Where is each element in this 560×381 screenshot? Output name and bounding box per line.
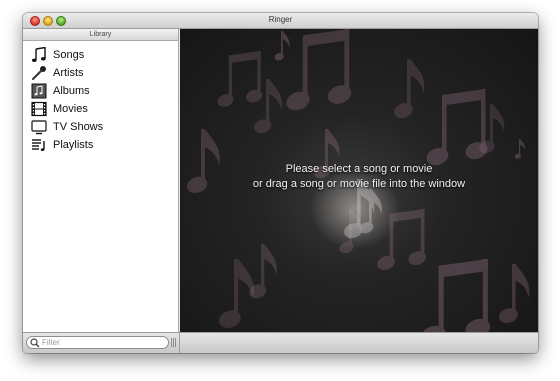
microphone-icon: [31, 65, 47, 81]
album-icon: [31, 83, 47, 99]
message-line-1: Please select a song or movie: [285, 163, 433, 175]
message-line-2: or drag a song or movie file into the wi…: [252, 178, 466, 190]
music-note-icon: [31, 47, 47, 63]
sidebar-item-label: Songs: [53, 49, 85, 61]
sidebar-resize-handle[interactable]: [171, 338, 177, 347]
sidebar-item-label: Artists: [53, 67, 84, 79]
app-window: Ringer Library Songs Artists Albums Movi…: [23, 13, 538, 353]
playlist-icon: [31, 137, 47, 153]
sidebar-item-albums[interactable]: Albums: [31, 83, 90, 99]
library-header: Library: [23, 29, 178, 41]
bottom-bar: [23, 332, 538, 353]
title-bar[interactable]: Ringer: [23, 13, 538, 29]
divider: [179, 333, 180, 353]
search-icon: [30, 337, 40, 347]
sidebar-item-songs[interactable]: Songs: [31, 47, 84, 63]
filter-input[interactable]: [41, 338, 161, 347]
sidebar-item-playlists[interactable]: Playlists: [31, 137, 93, 153]
sidebar-item-artists[interactable]: Artists: [31, 65, 84, 81]
drop-area[interactable]: Please select a song or movie or drag a …: [180, 29, 538, 332]
window-title: Ringer: [268, 15, 293, 24]
sidebar-item-label: Albums: [53, 85, 90, 97]
library-sidebar: Library Songs Artists Albums Movies TV S…: [23, 29, 179, 332]
sidebar-item-tv-shows[interactable]: TV Shows: [31, 119, 103, 135]
film-icon: [31, 101, 47, 117]
tv-icon: [31, 119, 47, 135]
sidebar-item-label: Playlists: [53, 139, 94, 151]
empty-state-message: Please select a song or movie or drag a …: [180, 162, 538, 192]
sidebar-item-movies[interactable]: Movies: [31, 101, 88, 117]
sidebar-item-label: TV Shows: [53, 121, 104, 133]
sidebar-item-label: Movies: [53, 103, 88, 115]
filter-field[interactable]: [26, 336, 169, 349]
